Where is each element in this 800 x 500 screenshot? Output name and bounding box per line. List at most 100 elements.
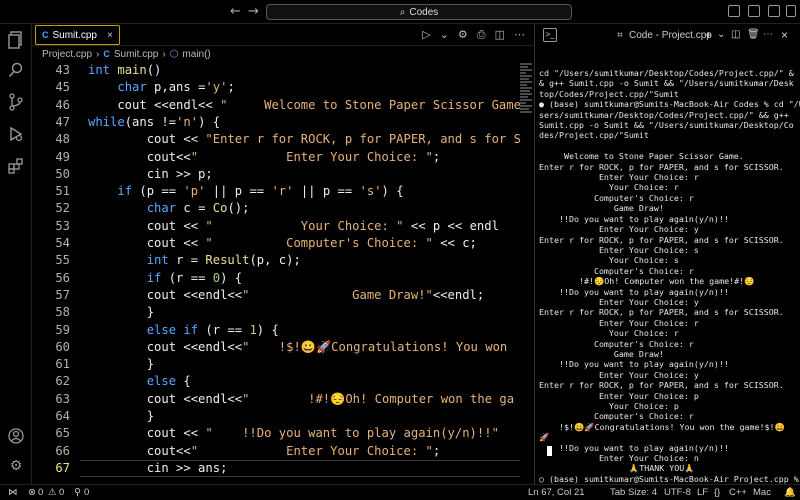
command-center-search[interactable]: ⌕ Codes [266, 4, 572, 20]
line-number: 49 [55, 149, 70, 164]
run-debug-icon[interactable] [6, 124, 26, 144]
code-line[interactable]: 46 cout <<endl<< " Welcome to Stone Pape… [32, 97, 533, 114]
new-terminal-icon[interactable]: + [705, 28, 712, 42]
code-token: Co [212, 201, 228, 216]
terminal-output[interactable]: cd "/Users/sumitkumar/Desktop/Codes/Proj… [539, 68, 800, 484]
code-line[interactable]: 60 cout <<endl<<" !$!😀🚀Congratulations! … [32, 339, 533, 356]
toggle-panel-icon[interactable] [748, 5, 760, 17]
code-token: (ans != [124, 114, 177, 129]
end-of-line[interactable]: LF [697, 487, 708, 498]
breadcrumb: Project.cpp › C Sumit.cpp › ⬡ main() [32, 46, 533, 62]
tab-size[interactable]: Tab Size: 4 [610, 487, 657, 498]
code-line[interactable]: 56 if (r == 0) { [32, 270, 533, 287]
function-symbol-icon: ⬡ [169, 48, 179, 60]
breadcrumb-file[interactable]: Sumit.cpp [114, 49, 158, 60]
code-token: (r == [168, 270, 213, 285]
code-token: p,ans = [154, 80, 206, 95]
toggle-sidebar-icon[interactable] [728, 5, 740, 17]
run-dropdown-icon[interactable]: ⌄ [440, 28, 449, 42]
back-arrow-icon[interactable]: ← [230, 4, 241, 19]
code-line[interactable]: 51 if (p == 'p' || p == 'r' || p == 's')… [32, 183, 533, 200]
code-line[interactable]: 49 cout<<" Enter Your Choice: "; [32, 149, 533, 166]
line-code: cin >> ans; [88, 460, 228, 477]
code-line[interactable]: 57 cout <<endl<<" Game Draw!"<<endl; [32, 287, 533, 304]
code-line[interactable]: 66 cout<<" Enter Your Choice: "; [32, 443, 533, 460]
breadcrumb-folder[interactable]: Project.cpp [42, 49, 92, 60]
code-token: cout <<endl<< [88, 391, 243, 406]
code-line[interactable]: 67 cin >> ans; [32, 459, 533, 478]
line-number: 63 [55, 391, 70, 406]
terminal-tab-title[interactable]: Code - Project.cpp [629, 30, 712, 41]
code-line[interactable]: 55 int r = Result(p, c); [32, 252, 533, 269]
print-icon[interactable]: ⎙ [477, 28, 486, 42]
encoding[interactable]: UTF-8 [664, 487, 691, 498]
line-code: int r = Result(p, c); [88, 252, 301, 269]
code-line[interactable]: 50 cin >> p; [32, 166, 533, 183]
code-line[interactable]: 53 cout << " Your Choice: " << p << endl [32, 218, 533, 235]
line-number: 61 [55, 357, 70, 372]
platform[interactable]: Mac [753, 487, 771, 498]
code-token: << p << endl [403, 218, 499, 233]
language-mode[interactable]: C++ [729, 487, 747, 498]
terminal-icon[interactable]: >_ [543, 28, 557, 42]
run-icon[interactable]: ▷ [422, 28, 430, 42]
gear-icon[interactable]: ⚙ [458, 28, 468, 42]
error-count[interactable]: 0 [38, 487, 43, 498]
split-editor-icon[interactable]: ◫ [495, 28, 505, 42]
code-token: while [88, 114, 125, 129]
code-line[interactable]: 43 int main() [32, 62, 533, 79]
code-line[interactable]: 64 } [32, 408, 533, 425]
settings-gear-icon[interactable]: ⚙ [6, 456, 26, 476]
code-line[interactable]: 52 char c = Co(); [32, 200, 533, 217]
close-icon[interactable]: × [781, 28, 788, 42]
breadcrumb-symbol[interactable]: main() [182, 49, 210, 60]
code-line[interactable]: 62 else { [32, 373, 533, 390]
minimap[interactable] [520, 62, 532, 132]
cursor-position[interactable]: Ln 67, Col 21 [528, 487, 585, 498]
code-token: cout << [88, 236, 206, 250]
account-icon[interactable] [6, 426, 26, 446]
toggle-secondary-sidebar-icon[interactable] [768, 5, 780, 17]
code-line[interactable]: 48 cout << "Enter r for ROCK, p for PAPE… [32, 131, 533, 148]
close-tab-icon[interactable]: × [107, 30, 113, 41]
title-bar: ← → ⌕ Codes [0, 0, 800, 24]
customize-layout-icon[interactable] [786, 5, 796, 17]
warning-count[interactable]: 0 [59, 487, 64, 498]
explorer-icon[interactable] [6, 30, 26, 50]
line-number: 59 [55, 322, 70, 337]
ports-count[interactable]: 0 [84, 487, 89, 498]
warning-icon[interactable]: ⚠ [48, 487, 57, 498]
code-line[interactable]: 58 } [32, 304, 533, 321]
code-line[interactable]: 45 char p,ans ='y'; [32, 79, 533, 96]
code-token: ; [227, 80, 235, 95]
code-token: 'n' [176, 114, 199, 129]
search-icon[interactable] [6, 60, 26, 80]
split-terminal-icon[interactable]: ◫ [731, 29, 740, 40]
chevron-right-icon: › [96, 48, 100, 60]
trash-icon[interactable]: 🗑 [747, 29, 760, 40]
code-area[interactable]: 43 int main() 45 char p,ans ='y'; 46 cout <… [32, 62, 533, 484]
extensions-icon[interactable] [6, 156, 26, 176]
code-token: ; [432, 149, 441, 164]
code-token: " Enter Your Choice: " [190, 443, 433, 458]
code-line[interactable]: 65 cout << " !!Do you want to play again… [32, 425, 533, 442]
code-line[interactable]: 54 cout << " Computer's Choice: " << c; [32, 235, 533, 252]
ports-icon[interactable]: ⚲ [74, 487, 81, 498]
code-token: int [146, 253, 177, 268]
more-actions-icon[interactable]: ⋯ [514, 28, 525, 42]
error-icon[interactable]: ⊗ [28, 487, 36, 498]
more-actions-icon[interactable]: ⋯ [763, 29, 773, 40]
code-line[interactable]: 61 } [32, 356, 533, 373]
code-token: || p == [205, 184, 272, 199]
remote-icon[interactable]: ⋈ [8, 487, 18, 498]
code-line[interactable]: 63 cout <<endl<<" !#!😔Oh! Computer won t… [32, 391, 533, 408]
source-control-icon[interactable] [6, 92, 26, 112]
forward-arrow-icon[interactable]: → [248, 4, 259, 19]
code-token: r = [176, 253, 206, 268]
tab-sumit-cpp[interactable]: C Sumit.cpp × [35, 25, 120, 45]
chevron-down-icon[interactable]: ⌄ [717, 29, 725, 40]
code-line[interactable]: 47 while(ans !='n') { [32, 114, 533, 131]
notifications-bell-icon[interactable]: 🔔 [784, 487, 796, 498]
terminal-tab-icon: ⌗ [617, 30, 623, 41]
code-line[interactable]: 59 else if (r == 1) { [32, 322, 533, 339]
